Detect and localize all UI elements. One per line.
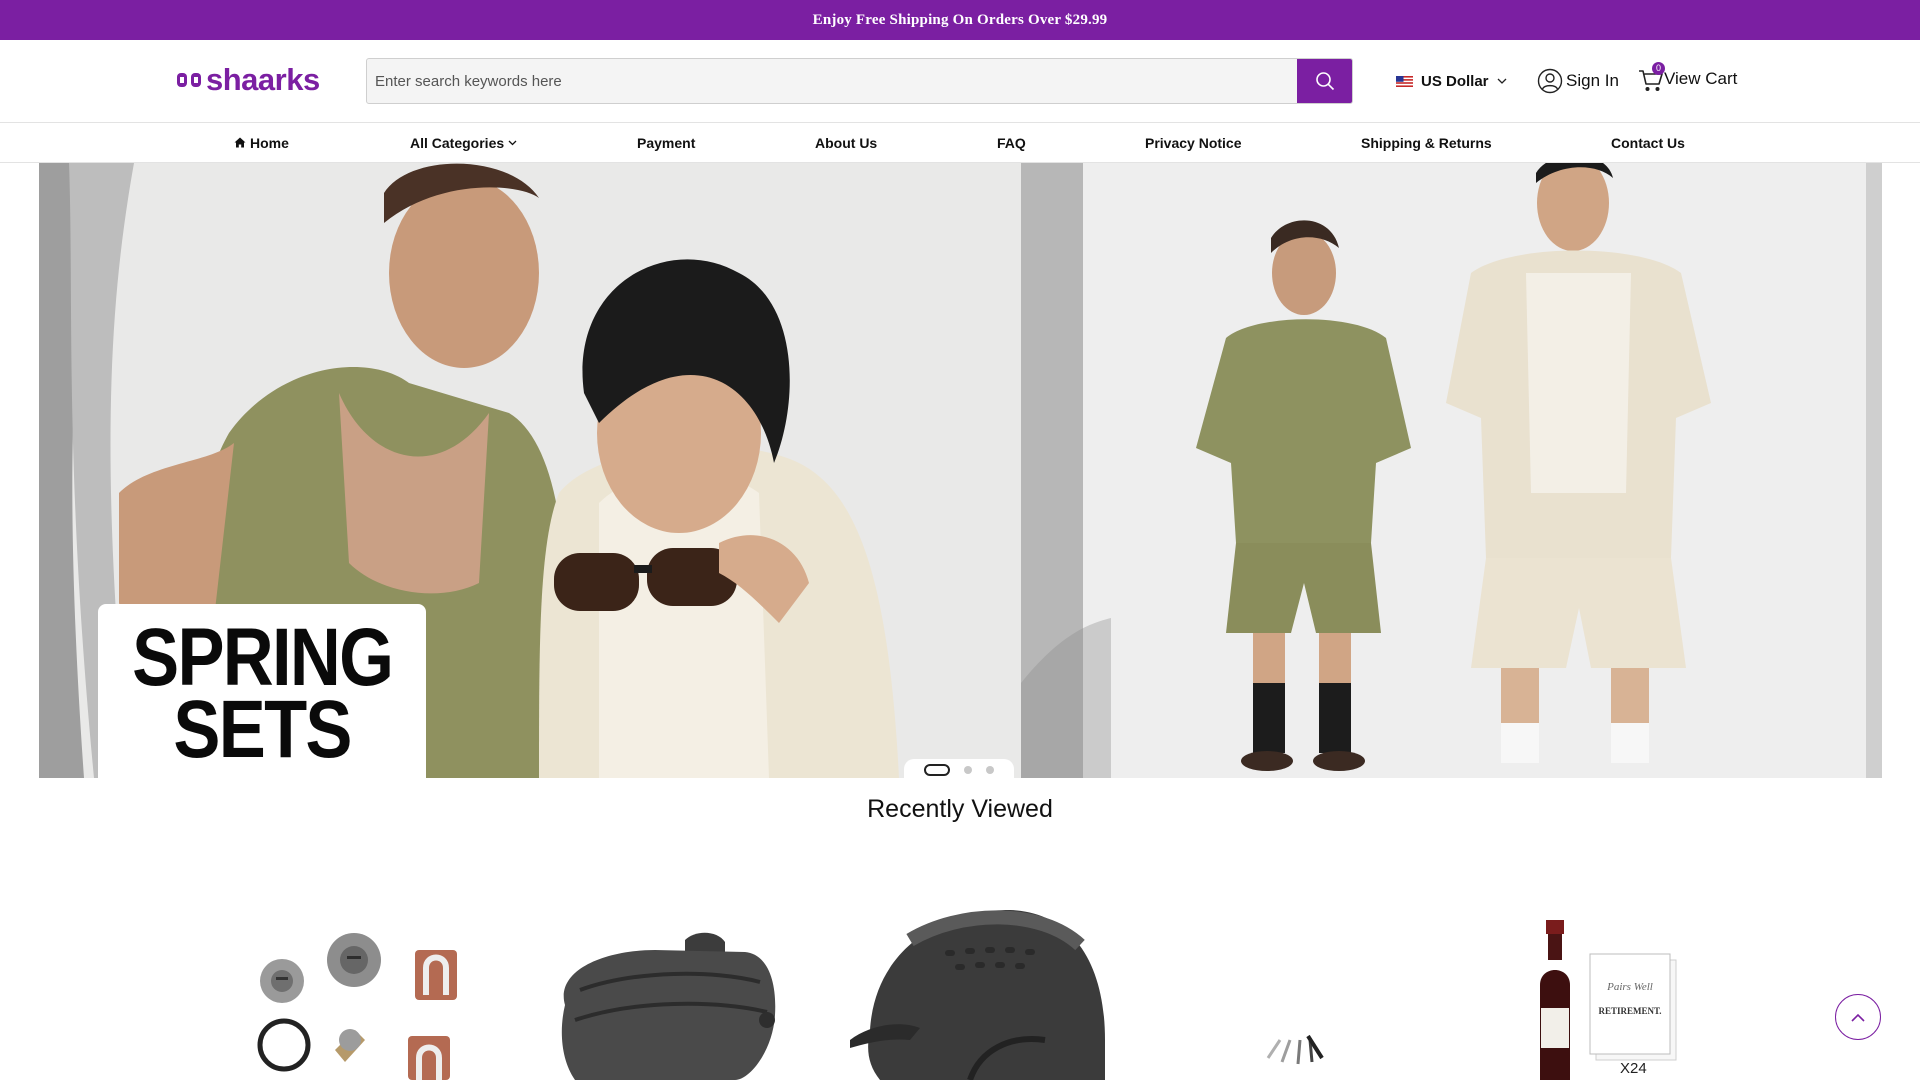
nav-faq[interactable]: FAQ — [997, 123, 1026, 162]
wine-retirement-label-image: Pairs Well RETIREMENT. — [1540, 920, 1677, 1080]
nav-about-us[interactable]: About Us — [815, 123, 877, 162]
recently-viewed-title: Recently Viewed — [867, 795, 1053, 823]
nav-privacy-notice-label: Privacy Notice — [1145, 134, 1242, 151]
carousel-dot-1[interactable] — [924, 764, 950, 776]
announcement-bar: Enjoy Free Shipping On Orders Over $29.9… — [0, 0, 1920, 40]
product-card-3[interactable] — [850, 890, 1110, 1080]
currency-selector[interactable]: US Dollar — [1396, 70, 1507, 92]
us-flag-icon — [1396, 75, 1413, 87]
promo-card-line-2: SETS — [173, 684, 352, 775]
cart-icon-wrap: 0 — [1638, 62, 1665, 93]
lock-cylinder-set-image — [257, 933, 457, 1080]
view-cart-link[interactable]: 0 View Cart — [1638, 62, 1738, 94]
hero-right-photo — [1021, 163, 1882, 778]
nav-shipping-returns-label: Shipping & Returns — [1361, 134, 1492, 151]
sign-in-link[interactable]: Sign In — [1537, 67, 1619, 95]
nav-shipping-returns[interactable]: Shipping & Returns — [1361, 123, 1492, 162]
user-icon — [1537, 68, 1563, 94]
currency-label: US Dollar — [1421, 72, 1489, 90]
sign-in-label: Sign In — [1566, 71, 1619, 90]
black-plastic-part-image — [561, 932, 776, 1080]
nav-faq-label: FAQ — [997, 134, 1026, 151]
nav-privacy-notice[interactable]: Privacy Notice — [1145, 123, 1242, 162]
header: shaarks US Dollar Sign I — [0, 40, 1920, 122]
chevron-up-icon — [1851, 1013, 1865, 1022]
cart-label: View Cart — [1664, 69, 1738, 88]
hero-banner[interactable]: SPRING SETS — [39, 163, 1882, 778]
site-logo[interactable]: shaarks — [176, 62, 320, 98]
product-card-2[interactable] — [545, 890, 785, 1080]
nav-contact-us-label: Contact Us — [1611, 134, 1685, 151]
riding-helmet-image — [850, 910, 1105, 1080]
main-nav: Home All Categories Payment About Us FAQ… — [0, 122, 1920, 163]
search-input[interactable] — [367, 59, 1297, 103]
small-pins-image — [1266, 1034, 1324, 1065]
cart-count-badge: 0 — [1652, 62, 1665, 75]
product-card-4[interactable] — [1250, 890, 1370, 1080]
chevron-down-icon — [1497, 78, 1506, 84]
nav-payment[interactable]: Payment — [637, 123, 695, 162]
spring-sets-card[interactable]: SPRING SETS — [98, 604, 426, 778]
nav-home-label: Home — [250, 134, 289, 151]
nav-all-categories-label: All Categories — [410, 134, 505, 151]
product-5-label: X24 — [1620, 1060, 1647, 1077]
search-bar — [366, 58, 1353, 104]
chevron-down-icon — [508, 140, 517, 145]
logo-text: shaarks — [206, 62, 320, 97]
search-icon — [1315, 72, 1334, 91]
carousel-dot-3[interactable] — [986, 766, 994, 774]
search-button[interactable] — [1297, 59, 1352, 103]
svg-text:RETIREMENT.: RETIREMENT. — [1598, 1006, 1661, 1016]
carousel-dot-2[interactable] — [964, 766, 972, 774]
product-card-1[interactable] — [240, 890, 470, 1080]
promo-text: Enjoy Free Shipping On Orders Over $29.9… — [812, 11, 1108, 28]
carousel-dots — [904, 759, 1014, 778]
nav-contact-us[interactable]: Contact Us — [1611, 123, 1685, 162]
back-to-top-button[interactable] — [1835, 994, 1881, 1040]
logo-mark-icon — [177, 73, 201, 87]
nav-home[interactable]: Home — [234, 123, 289, 162]
svg-text:Pairs Well: Pairs Well — [1606, 981, 1653, 993]
nav-all-categories[interactable]: All Categories — [410, 123, 517, 162]
nav-about-us-label: About Us — [815, 134, 878, 151]
product-card-5[interactable]: Pairs Well RETIREMENT. X24 — [1530, 890, 1690, 1080]
nav-payment-label: Payment — [637, 134, 696, 151]
home-icon — [234, 137, 246, 148]
